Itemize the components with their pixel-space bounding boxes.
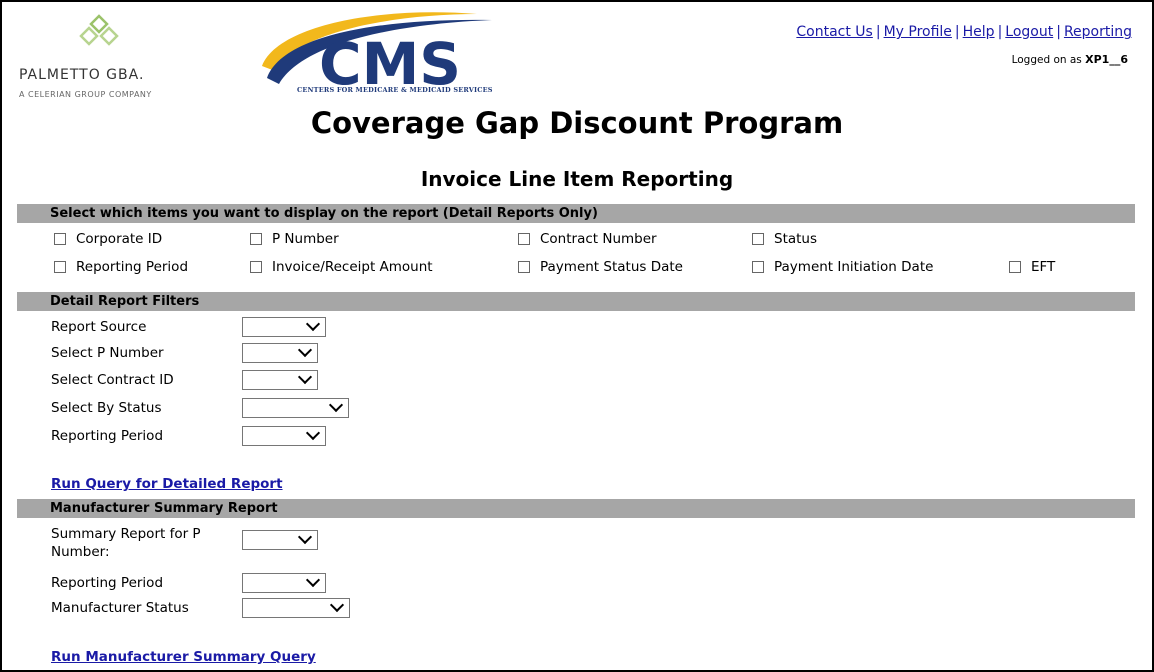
- cms-subtitle: CENTERS FOR MEDICARE & MEDICAID SERVICES: [297, 86, 493, 94]
- palmetto-leaf-icon: [79, 14, 119, 46]
- contract-id-select[interactable]: [242, 369, 318, 390]
- summary-p-number-label: Summary Report for P Number:: [51, 526, 201, 560]
- checkbox[interactable]: [54, 233, 66, 245]
- top-nav: Contact Us | My Profile | Help | Logout | Report…: [796, 24, 1132, 40]
- checkbox-label: Invoice/Receipt Amount: [272, 259, 433, 275]
- help-link[interactable]: Help: [963, 24, 995, 40]
- checkbox-eft[interactable]: EFT: [1009, 259, 1055, 275]
- chevron-down-icon: [297, 342, 313, 358]
- checkbox-label: Contract Number: [540, 231, 657, 247]
- checkbox-label: Status: [774, 231, 818, 247]
- reporting-period-label: Reporting Period: [51, 428, 164, 444]
- report-source-select[interactable]: [242, 316, 326, 337]
- checkbox[interactable]: [752, 233, 764, 245]
- manufacturer-status-select[interactable]: [242, 597, 350, 618]
- select-contract-id-label: Select Contract ID: [51, 372, 174, 388]
- manufacturer-status-label: Manufacturer Status: [51, 600, 189, 616]
- nav-separator: |: [954, 24, 960, 40]
- summary-p-number-select[interactable]: [242, 529, 318, 550]
- checkbox-label: Payment Status Date: [540, 259, 683, 275]
- checkbox[interactable]: [518, 261, 530, 273]
- run-manufacturer-summary-link[interactable]: Run Manufacturer Summary Query: [51, 649, 316, 665]
- nav-separator: |: [1056, 24, 1061, 40]
- cms-logo-text: CMS: [319, 30, 461, 91]
- chevron-down-icon: [329, 597, 345, 613]
- summary-reporting-period-label: Reporting Period: [51, 575, 164, 591]
- checkbox-label: Corporate ID: [76, 231, 163, 247]
- checkbox-label: P Number: [272, 231, 339, 247]
- cms-logo: CMS CENTERS FOR MEDICARE & MEDICAID SERV…: [257, 6, 507, 101]
- checkbox-invoice-receipt-amount[interactable]: Invoice/Receipt Amount: [250, 259, 433, 275]
- checkbox[interactable]: [250, 233, 262, 245]
- chevron-down-icon: [297, 369, 313, 385]
- nav-separator: |: [875, 24, 881, 40]
- chevron-down-icon: [305, 572, 321, 588]
- checkbox-payment-status-date[interactable]: Payment Status Date: [518, 259, 683, 275]
- checkbox[interactable]: [250, 261, 262, 273]
- summary-reporting-period-select[interactable]: [242, 572, 326, 593]
- select-by-status-label: Select By Status: [51, 400, 162, 416]
- checkbox[interactable]: [1009, 261, 1021, 273]
- checkbox-status[interactable]: Status: [752, 231, 817, 247]
- chevron-down-icon: [305, 316, 321, 332]
- run-detailed-report-link[interactable]: Run Query for Detailed Report: [51, 476, 283, 492]
- display-items-heading: Select which items you want to display o…: [17, 204, 1135, 223]
- page-title: Coverage Gap Discount Program: [310, 106, 844, 140]
- palmetto-name: PALMETTO GBA.: [19, 67, 145, 83]
- checkbox-p-number[interactable]: P Number: [250, 231, 339, 247]
- page-subtitle: Invoice Line Item Reporting: [420, 167, 734, 191]
- chevron-down-icon: [297, 529, 313, 545]
- logged-on-status: Logged on as XP1__6: [1012, 53, 1128, 66]
- logout-link[interactable]: Logout: [1005, 24, 1053, 40]
- palmetto-tagline: A CELERIAN GROUP COMPANY: [19, 90, 152, 99]
- cms-swoosh-icon: CMS: [262, 12, 492, 98]
- chevron-down-icon: [305, 425, 321, 441]
- checkbox[interactable]: [518, 233, 530, 245]
- detail-filters-heading: Detail Report Filters: [17, 292, 1135, 311]
- status-select[interactable]: [242, 397, 349, 418]
- page-frame: PALMETTO GBA. A CELERIAN GROUP COMPANY C…: [0, 0, 1154, 672]
- report-source-label: Report Source: [51, 319, 147, 335]
- select-p-number-label: Select P Number: [51, 345, 164, 361]
- checkbox-label: Payment Initiation Date: [774, 259, 934, 275]
- p-number-select[interactable]: [242, 342, 318, 363]
- contact-us-link[interactable]: Contact Us: [796, 24, 872, 40]
- reporting-period-select[interactable]: [242, 425, 326, 446]
- checkbox[interactable]: [54, 261, 66, 273]
- checkbox-payment-initiation-date[interactable]: Payment Initiation Date: [752, 259, 933, 275]
- checkbox-contract-number[interactable]: Contract Number: [518, 231, 657, 247]
- checkbox-corporate-id[interactable]: Corporate ID: [54, 231, 162, 247]
- logged-on-user: XP1__6: [1085, 53, 1128, 66]
- checkbox-reporting-period[interactable]: Reporting Period: [54, 259, 188, 275]
- reporting-link[interactable]: Reporting: [1064, 24, 1132, 40]
- palmetto-gba-logo: PALMETTO GBA. A CELERIAN GROUP COMPANY: [19, 12, 219, 107]
- logged-on-prefix: Logged on as: [1011, 54, 1082, 66]
- chevron-down-icon: [328, 397, 344, 413]
- manufacturer-summary-heading: Manufacturer Summary Report: [17, 499, 1135, 518]
- nav-separator: |: [997, 24, 1003, 40]
- my-profile-link[interactable]: My Profile: [884, 24, 952, 40]
- checkbox-label: Reporting Period: [76, 259, 189, 275]
- checkbox-label: EFT: [1031, 259, 1056, 275]
- checkbox[interactable]: [752, 261, 764, 273]
